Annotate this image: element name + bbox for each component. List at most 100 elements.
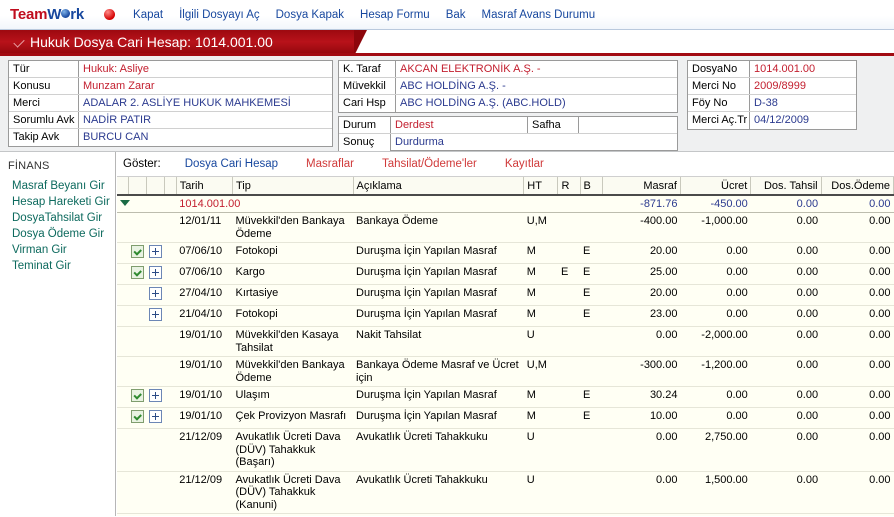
value-merci-no[interactable]: 2009/8999 (750, 78, 856, 94)
row-expand-cell[interactable] (146, 428, 165, 472)
row-expand-cell[interactable] (146, 513, 165, 516)
col-header-blank4[interactable] (164, 177, 177, 196)
value-foy-no[interactable]: D-38 (750, 95, 856, 111)
row-expand-cell[interactable] (146, 212, 165, 243)
col-header-tip[interactable]: Tip (232, 177, 354, 196)
expand-plus-icon[interactable] (149, 245, 163, 258)
sidebar-item-dosya-odeme-gir[interactable]: Dosya Ödeme Gir (0, 226, 115, 242)
table-row[interactable]: 07/06/10 Kargo Duruşma İçin Yapılan Masraf… (117, 263, 894, 285)
row-expand-cell[interactable] (146, 305, 165, 327)
col-header-blank2[interactable] (128, 177, 147, 196)
table-row[interactable]: 19/01/10 Ulaşım Duruşma İçin Yapılan Masra… (117, 386, 894, 408)
table-row[interactable]: 19/01/10 Çek Provizyon Masrafı Duruşma İçi… (117, 407, 894, 429)
document-check-icon[interactable] (131, 266, 145, 279)
expand-plus-icon[interactable] (149, 410, 163, 423)
row-document-cell[interactable] (128, 284, 147, 306)
col-header-aciklama[interactable]: Açıklama (353, 177, 525, 196)
row-expand-cell[interactable] (146, 263, 165, 285)
cell-tip-text: Avukatlık Ücreti Dava (DÜV) Tahakkuk (Ka… (235, 473, 341, 511)
menu-item-dosya-kapak[interactable]: Dosya Kapak (268, 7, 352, 23)
table-row[interactable]: 12/01/11 Müvekkil'den Bankaya Ödeme Bankay… (117, 212, 894, 243)
row-expand-cell[interactable] (146, 326, 165, 357)
sidebar-item-teminat-gir[interactable]: Teminat Gir (0, 258, 115, 274)
menu-item-masraf-avans-durumu[interactable]: Masraf Avans Durumu (474, 7, 604, 23)
value-safha[interactable] (579, 117, 677, 133)
sidebar-item-virman-gir[interactable]: Virman Gir (0, 242, 115, 258)
group-expand-cell[interactable] (117, 195, 177, 213)
table-row[interactable]: 21/12/09 Avukatlık Ücreti Dava (DÜV) Taha… (117, 428, 894, 472)
sidebar-item-dosya-tahsilat-gir[interactable]: DosyaTahsilat Gir (0, 210, 115, 226)
sidebar-item-masraf-beyani-gir[interactable]: Masraf Beyanı Gir (0, 178, 115, 194)
row-document-cell[interactable] (128, 513, 147, 516)
value-sonuc[interactable]: Durdurma (391, 134, 677, 151)
transactions-grid[interactable]: Tarih Tip Açıklama HT R B Masraf Ücret D… (117, 176, 894, 516)
col-header-ucret[interactable]: Ücret (680, 177, 752, 196)
table-row[interactable]: 19/01/10 Müvekkil'den Kasaya Tahsilat Naki… (117, 326, 894, 357)
table-row[interactable]: 21/12/09 Avukatlık Ücreti Dava (DÜV) Taha… (117, 471, 894, 514)
value-merci-ac-tr[interactable]: 04/12/2009 (750, 112, 856, 129)
row-document-cell[interactable] (128, 305, 147, 327)
goster-label: Göster: (123, 158, 161, 170)
value-merci[interactable]: ADALAR 2. ASLİYE HUKUK MAHKEMESİ (79, 95, 332, 111)
document-check-icon[interactable] (131, 389, 145, 402)
col-header-tarih[interactable]: Tarih (176, 177, 234, 196)
col-header-ht[interactable]: HT (523, 177, 559, 196)
row-expand-cell[interactable] (146, 407, 165, 429)
expand-plus-icon[interactable] (149, 389, 163, 402)
row-document-cell[interactable] (128, 428, 147, 472)
col-header-dos-odeme[interactable]: Dos.Ödeme (821, 177, 894, 196)
record-indicator-icon[interactable] (104, 9, 116, 20)
row-document-cell[interactable] (128, 212, 147, 243)
document-check-icon[interactable] (131, 410, 145, 423)
tab-masraflar[interactable]: Masraflar (292, 158, 368, 170)
table-row[interactable]: 19/01/10 Müvekkil'den Bankaya Ödeme Bankay… (117, 356, 894, 387)
tab-dosya-cari-hesap[interactable]: Dosya Cari Hesap (171, 158, 292, 170)
col-header-dos-tahsil[interactable]: Dos. Tahsil (750, 177, 822, 196)
row-expand-cell[interactable] (146, 242, 165, 264)
value-durum[interactable]: Derdest (391, 117, 527, 133)
col-header-blank1[interactable] (117, 177, 129, 196)
value-konusu[interactable]: Munzam Zarar (79, 78, 332, 94)
row-document-cell[interactable] (128, 242, 147, 264)
document-check-icon[interactable] (131, 245, 145, 258)
table-row[interactable]: 27/04/10 Kırtasiye Duruşma İçin Yapılan Ma… (117, 284, 894, 306)
value-sorumlu-avk[interactable]: NADİR PATIR (79, 112, 332, 128)
menu-item-kapat[interactable]: Kapat (125, 7, 171, 23)
menu-item-ilgili-dosyayi-ac[interactable]: İlgili Dosyayı Aç (171, 7, 268, 23)
chevron-down-icon[interactable] (120, 200, 130, 206)
row-document-cell[interactable] (128, 263, 147, 285)
row-document-cell[interactable] (128, 407, 147, 429)
row-expand-cell[interactable] (146, 284, 165, 306)
row-expand-cell[interactable] (146, 471, 165, 514)
tab-tahsilat-odemeler[interactable]: Tahsilat/Ödeme'ler (368, 158, 491, 170)
row-expand-cell[interactable] (146, 386, 165, 408)
menu-item-bak[interactable]: Bak (438, 7, 474, 23)
value-cari-hsp[interactable]: ABC HOLDİNG A.Ş. (ABC.HOLD) (396, 95, 677, 112)
row-document-cell[interactable] (128, 356, 147, 387)
value-k-taraf[interactable]: AKCAN ELEKTRONİK A.Ş. - (396, 61, 677, 77)
row-document-cell[interactable] (128, 471, 147, 514)
row-document-cell[interactable] (128, 386, 147, 408)
expand-plus-icon[interactable] (149, 308, 163, 321)
row-document-cell[interactable] (128, 326, 147, 357)
col-header-masraf[interactable]: Masraf (602, 177, 681, 196)
table-row[interactable]: 07/06/10 Fotokopi Duruşma İçin Yapılan Mas… (117, 242, 894, 264)
table-row[interactable]: 04/12/09Müvekkil'den Bankaya ÖdemeBankay… (117, 513, 894, 516)
col-header-r[interactable]: R (557, 177, 581, 196)
menu-item-hesap-formu[interactable]: Hesap Formu (352, 7, 438, 23)
row-spacer-cell (164, 305, 177, 327)
value-takip-avk[interactable]: BURCU CAN (79, 129, 332, 146)
expand-plus-icon[interactable] (149, 266, 163, 279)
field-row-tur: Tür Hukuk: Asliye (9, 61, 332, 78)
col-header-b[interactable]: B (580, 177, 603, 196)
table-row[interactable]: 21/04/10 Fotokopi Duruşma İçin Yapılan Mas… (117, 305, 894, 327)
value-tur[interactable]: Hukuk: Asliye (79, 61, 332, 77)
row-expand-cell[interactable] (146, 356, 165, 387)
sidebar-item-hesap-hareketi-gir[interactable]: Hesap Hareketi Gir (0, 194, 115, 210)
expand-plus-icon[interactable] (149, 287, 163, 300)
value-dosya-no[interactable]: 1014.001.00 (750, 61, 856, 77)
col-header-blank3[interactable] (146, 177, 165, 196)
tab-kayitlar[interactable]: Kayıtlar (491, 158, 558, 170)
value-muvekkil[interactable]: ABC HOLDİNG A.Ş. - (396, 78, 677, 94)
group-row[interactable]: 1014.001.00 -871.76 -450.00 0.00 0.00 (117, 195, 894, 213)
